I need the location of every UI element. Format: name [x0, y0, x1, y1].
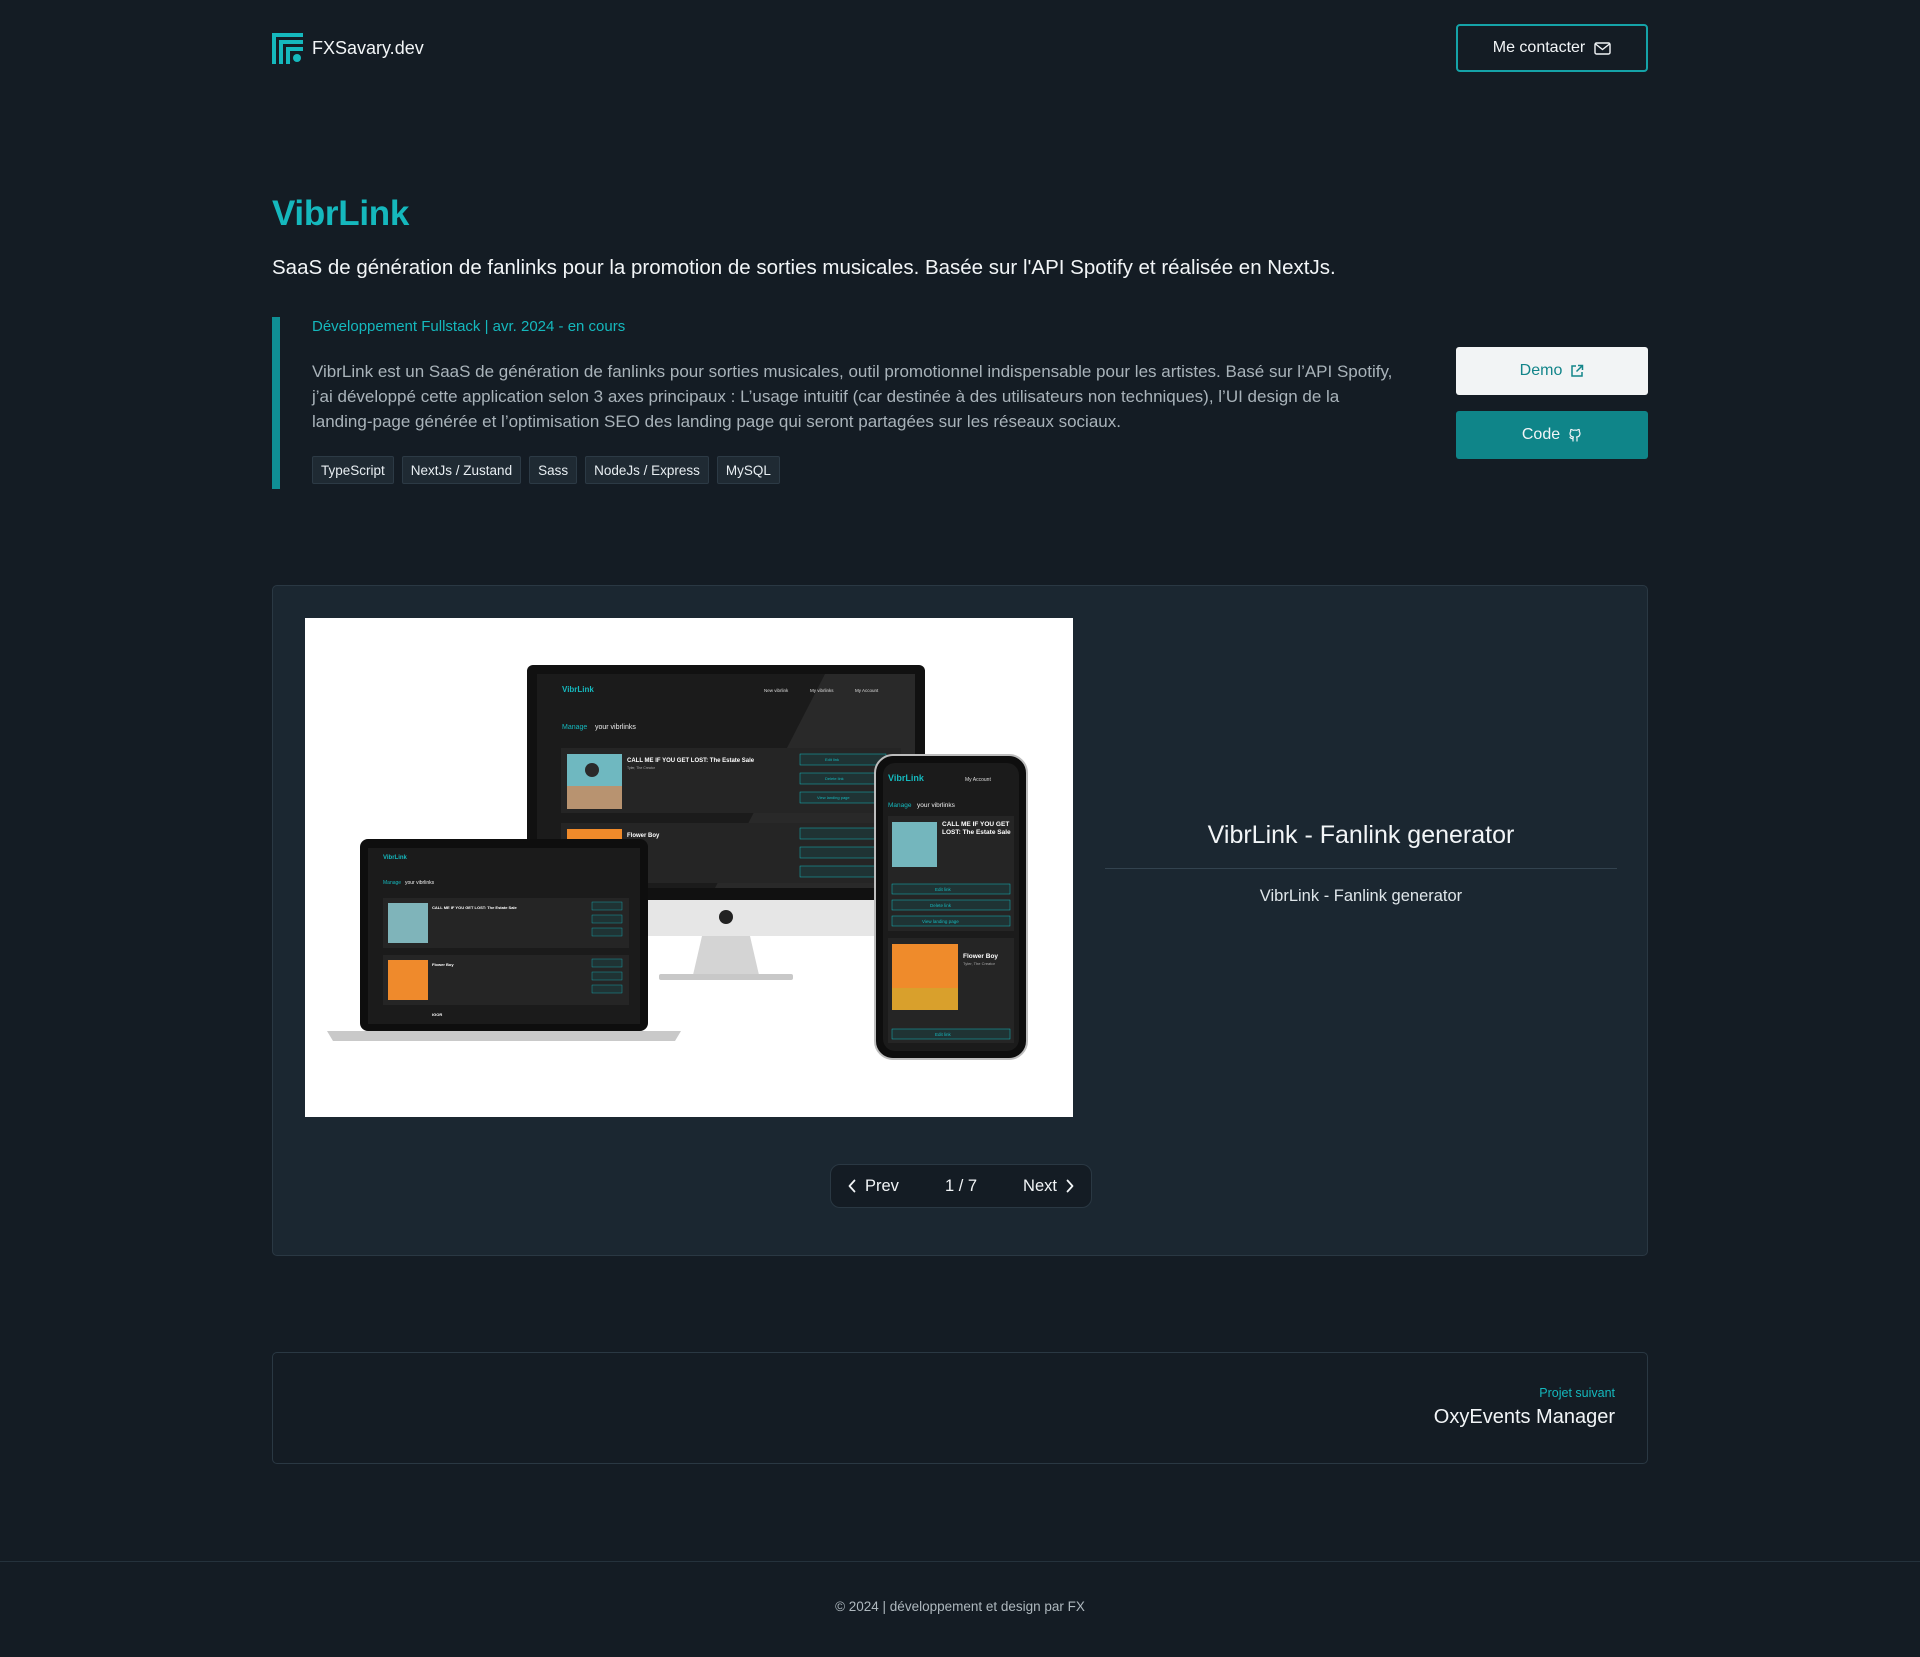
project-subtitle: SaaS de génération de fanlinks pour la p… — [272, 256, 1336, 279]
project-actions: Demo Code — [1456, 347, 1648, 459]
mockup-action-label: Edit link — [935, 887, 952, 892]
next-project-label: Projet suivant — [1539, 1386, 1615, 1400]
chevron-right-icon — [1066, 1179, 1074, 1193]
mockup-item-artist: Tyler, The Creator — [627, 766, 656, 770]
mockup-item-title: CALL ME IF YOU GET LOST: The Estate Sale — [432, 905, 518, 910]
mockup-action — [591, 901, 623, 911]
code-label: Code — [1521, 426, 1561, 443]
mockup-brand: VibrLink — [383, 855, 408, 861]
mockup-action — [799, 865, 887, 878]
mockup-heading: your vibrlinks — [405, 880, 435, 886]
slide-title: VibrLink - Fanlink generator — [1207, 821, 1515, 849]
desktop-base — [659, 974, 793, 980]
next-button[interactable]: Next — [1023, 1177, 1075, 1196]
album-cover-figure — [585, 763, 599, 777]
project-description: VibrLink est un SaaS de génération de fa… — [312, 362, 1393, 431]
contact-label: Me contacter — [1492, 39, 1586, 56]
mockup-action — [591, 971, 623, 981]
code-button[interactable]: Code — [1456, 411, 1648, 459]
slide-subtitle: VibrLink - Fanlink generator — [1259, 887, 1463, 905]
tech-tag: NextJs / Zustand — [401, 456, 522, 484]
mockup-nav-item: My Account — [855, 688, 879, 693]
mail-icon — [1594, 41, 1611, 55]
demo-label: Demo — [1519, 362, 1563, 379]
footer-text: © 2024 | développement et design par FX — [835, 1599, 1085, 1614]
next-project-title: OxyEvents Manager — [1433, 1406, 1615, 1428]
mockup-nav-item: New vibrlink — [764, 688, 789, 693]
slide-caption: VibrLink - Fanlink generator VibrLink - … — [1105, 821, 1617, 906]
gallery-pager: Prev 1 / 7 Next — [830, 1164, 1092, 1208]
chevron-left-icon — [848, 1179, 856, 1193]
mockup-brand: VibrLink — [888, 773, 925, 783]
footer-divider — [0, 1561, 1920, 1562]
mockup-heading: your vibrlinks — [917, 802, 956, 809]
mockup-action-label: View landing page — [817, 795, 850, 800]
album-cover — [388, 903, 428, 943]
prev-button[interactable]: Prev — [847, 1177, 899, 1196]
mockup-action-label: Edit link — [825, 757, 839, 762]
album-cover-ground — [567, 786, 622, 809]
mockup-action-label: Delete link — [825, 776, 844, 781]
album-cover — [892, 822, 937, 867]
mockup-action-label: Delete link — [930, 903, 952, 908]
mockup-action-label: View landing page — [922, 919, 959, 924]
mockup-action — [591, 984, 623, 994]
mockup-action — [591, 958, 623, 968]
mockup-action — [891, 883, 1011, 895]
apple-logo-icon — [719, 910, 733, 924]
github-icon — [1569, 428, 1581, 442]
mockup-action — [799, 753, 887, 766]
slide-counter: 1 / 7 — [944, 1176, 978, 1195]
brand-name: FXSavary.dev — [312, 37, 424, 58]
album-cover — [388, 960, 428, 1000]
phone-item-title: CALL ME IF YOU GET LOST: The Estate Sale — [942, 821, 1011, 836]
project-hero: VibrLink SaaS de génération de fanlinks … — [272, 194, 1648, 280]
mockup-item-title: Flower Boy — [432, 962, 454, 967]
mockup-heading-accent: Manage — [383, 880, 401, 886]
tech-tag: NodeJs / Express — [585, 456, 709, 484]
fx-logo-icon — [272, 32, 303, 64]
mockup-item-title: CALL ME IF YOU GET LOST: The Estate Sale — [627, 758, 755, 764]
mockup-action — [591, 927, 623, 937]
prev-label: Prev — [865, 1176, 899, 1195]
album-cover-ground — [892, 988, 958, 1010]
project-meta: Développement Fullstack | avr. 2024 - en… — [312, 318, 626, 335]
mockup-action — [799, 846, 887, 859]
mockup-item-artist: Tyler, The Creator — [963, 961, 996, 966]
next-project-link[interactable]: Projet suivant OxyEvents Manager — [272, 1352, 1648, 1464]
desktop-stand — [693, 936, 759, 975]
screenshot-gallery: VibrLink New vibrlink My vibrlinks My Ac… — [272, 585, 1648, 1256]
mockup-heading: your vibrlinks — [595, 724, 636, 731]
next-label: Next — [1023, 1176, 1057, 1195]
mockup-heading-accent: Manage — [888, 802, 912, 809]
tech-tag: MySQL — [716, 456, 780, 484]
project-info: Développement Fullstack | avr. 2024 - en… — [272, 317, 1648, 489]
tech-tag: Sass — [529, 456, 578, 484]
mockup-item-title: Flower Boy — [627, 833, 660, 839]
mockup-nav-item: My vibrlinks — [810, 688, 834, 693]
mockup-brand: VibrLink — [562, 685, 594, 694]
accent-bar — [272, 317, 280, 489]
demo-button[interactable]: Demo — [1456, 347, 1648, 395]
brand[interactable]: FXSavary.dev — [272, 32, 424, 64]
site-header: FXSavary.dev Me contacter — [272, 24, 1648, 72]
laptop-base — [327, 1031, 681, 1041]
device-mockup-image: VibrLink New vibrlink My vibrlinks My Ac… — [327, 665, 1028, 1060]
tech-tags: TypeScript NextJs / Zustand Sass NodeJs … — [312, 456, 1642, 484]
mockup-heading-accent: Manage — [562, 724, 587, 731]
project-screenshot[interactable]: VibrLink New vibrlink My vibrlinks My Ac… — [305, 618, 1073, 1117]
external-link-icon — [1571, 364, 1584, 377]
tech-tag: TypeScript — [312, 456, 394, 484]
mockup-action — [799, 827, 887, 840]
mockup-item-title: Flower Boy — [963, 953, 998, 960]
phone-account: My Account — [965, 777, 991, 783]
contact-button[interactable]: Me contacter — [1456, 24, 1648, 72]
mockup-action — [591, 914, 623, 924]
mockup-action — [891, 1028, 1011, 1040]
mockup-item-title: IGOR — [432, 1012, 442, 1017]
project-title: VibrLink — [272, 194, 409, 233]
caption-divider — [1105, 868, 1617, 869]
mockup-action-label: Edit link — [935, 1032, 952, 1037]
